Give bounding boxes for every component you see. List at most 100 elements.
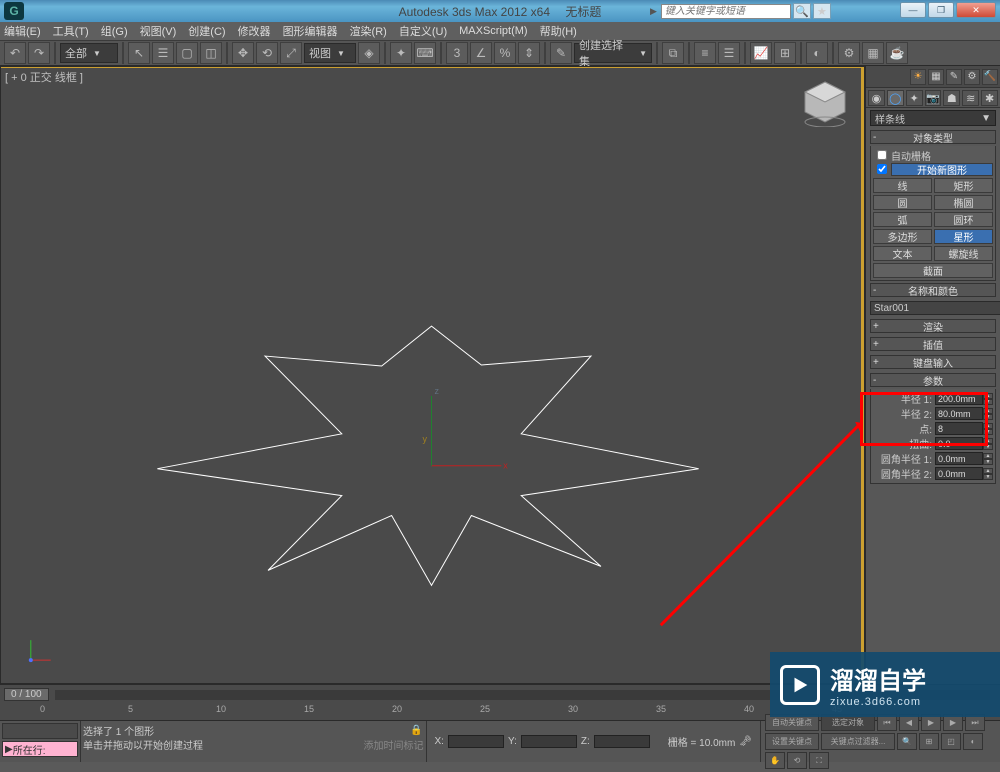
named-selset-dropdown[interactable]: 创建选择集▼ — [574, 43, 652, 63]
window-crossing-button[interactable]: ◫ — [200, 42, 222, 64]
tab-helpers[interactable]: ☗ — [943, 90, 960, 106]
menu-group[interactable]: 组(G) — [101, 23, 128, 39]
rendered-frame-button[interactable]: ▦ — [862, 42, 884, 64]
pivot-button[interactable]: ◈ — [358, 42, 380, 64]
fillet1-input[interactable]: 0.0mm — [935, 452, 983, 465]
fillet1-spinner[interactable]: ▲▼ — [983, 453, 993, 465]
setkey-button[interactable]: 设置关键点 — [765, 733, 819, 750]
refcoord-dropdown[interactable]: 视图▼ — [304, 43, 356, 63]
shape-btn-截面[interactable]: 截面 — [873, 263, 993, 278]
coord-x-input[interactable] — [448, 735, 504, 748]
window-maximize[interactable]: ❐ — [928, 2, 954, 18]
menu-maxscript[interactable]: MAXScript(M) — [459, 25, 527, 37]
viewport[interactable]: [ + 0 正交 线框 ] x y z — [0, 66, 865, 684]
keyfilter-button[interactable]: 关键点过滤器... — [821, 733, 895, 750]
menu-modifiers[interactable]: 修改器 — [238, 23, 271, 39]
key-lock-icon[interactable]: 🗝 — [739, 736, 752, 747]
percent-snap-button[interactable]: % — [494, 42, 516, 64]
menu-rendering[interactable]: 渲染(R) — [350, 23, 387, 39]
keyboard-shortcut-button[interactable]: ⌨ — [414, 42, 436, 64]
redo-button[interactable]: ↷ — [28, 42, 50, 64]
tab-shapes[interactable]: ◯ — [887, 90, 904, 106]
menu-help[interactable]: 帮助(H) — [540, 23, 577, 39]
nav-orbit-icon[interactable]: ⟲ — [787, 752, 807, 769]
tab-spacewarps[interactable]: ≋ — [962, 90, 979, 106]
tab-lights[interactable]: ✦ — [906, 90, 923, 106]
nav-zoomext-icon[interactable]: ◰ — [941, 733, 961, 750]
menu-edit[interactable]: 编辑(E) — [4, 23, 41, 39]
shape-btn-弧[interactable]: 弧 — [873, 212, 932, 227]
infocenter-button[interactable]: ★ — [813, 3, 831, 19]
tab-systems[interactable]: ✱ — [981, 90, 998, 106]
move-button[interactable]: ✥ — [232, 42, 254, 64]
nav-maximize-icon[interactable]: ⛶ — [809, 752, 829, 769]
edit-named-sel-button[interactable]: ✎ — [550, 42, 572, 64]
tool-hammer-icon[interactable]: 🔨 — [982, 69, 998, 85]
render-button[interactable]: ☕ — [886, 42, 908, 64]
coord-z-input[interactable] — [594, 735, 650, 748]
align-button[interactable]: ≡ — [694, 42, 716, 64]
startnew-checkbox[interactable] — [877, 164, 887, 174]
rollout-name-color[interactable]: -名称和颜色 — [870, 283, 996, 297]
menu-grapheditors[interactable]: 图形编辑器 — [283, 23, 338, 39]
nav-fov-icon[interactable]: ◐ — [963, 733, 983, 750]
shape-btn-文本[interactable]: 文本 — [873, 246, 932, 261]
undo-button[interactable]: ↶ — [4, 42, 26, 64]
shape-btn-椭圆[interactable]: 椭圆 — [934, 195, 993, 210]
scale-button[interactable]: ⤢ — [280, 42, 302, 64]
shape-btn-螺旋线[interactable]: 螺旋线 — [934, 246, 993, 261]
tool-brush-icon[interactable]: ✎ — [946, 69, 962, 85]
object-name-input[interactable] — [870, 301, 1000, 315]
rollout-params[interactable]: -参数 — [870, 373, 996, 387]
startnew-button[interactable]: 开始新图形 — [891, 163, 993, 176]
nav-zoomall-icon[interactable]: ⊞ — [919, 733, 939, 750]
coord-y-input[interactable] — [521, 735, 577, 748]
shape-btn-圆[interactable]: 圆 — [873, 195, 932, 210]
nav-zoom-icon[interactable]: 🔍 — [897, 733, 917, 750]
viewcube[interactable] — [800, 77, 850, 127]
search-dropdown-arrow[interactable]: ▶ — [650, 6, 657, 17]
layer-button[interactable]: ☰ — [718, 42, 740, 64]
shape-btn-星形[interactable]: 星形 — [934, 229, 993, 244]
shape-btn-矩形[interactable]: 矩形 — [934, 178, 993, 193]
select-button[interactable]: ↖ — [128, 42, 150, 64]
shape-btn-多边形[interactable]: 多边形 — [873, 229, 932, 244]
select-name-button[interactable]: ☰ — [152, 42, 174, 64]
menu-create[interactable]: 创建(C) — [188, 23, 225, 39]
spinner-snap-button[interactable]: ⇕ — [518, 42, 540, 64]
menu-tools[interactable]: 工具(T) — [53, 23, 89, 39]
manipulate-button[interactable]: ✦ — [390, 42, 412, 64]
rollout-render[interactable]: +渲染 — [870, 319, 996, 333]
rollout-object-type[interactable]: -对象类型 — [870, 130, 996, 144]
window-minimize[interactable]: — — [900, 2, 926, 18]
selection-lock-icon[interactable]: 🔒 — [410, 725, 424, 736]
fillet2-spinner[interactable]: ▲▼ — [983, 468, 993, 480]
rotate-button[interactable]: ⟲ — [256, 42, 278, 64]
nav-pan-icon[interactable]: ✋ — [765, 752, 785, 769]
tab-cameras[interactable]: 📷 — [925, 90, 942, 106]
fillet2-input[interactable]: 0.0mm — [935, 467, 983, 480]
snap-3-button[interactable]: 3 — [446, 42, 468, 64]
menu-customize[interactable]: 自定义(U) — [399, 23, 447, 39]
tab-geometry[interactable]: ◉ — [868, 90, 885, 106]
tool-gear-icon[interactable]: ⚙ — [964, 69, 980, 85]
viewport-label[interactable]: [ + 0 正交 线框 ] — [5, 69, 83, 85]
material-editor-button[interactable]: ◐ — [806, 42, 828, 64]
schematic-button[interactable]: ⊞ — [774, 42, 796, 64]
select-region-button[interactable]: ▢ — [176, 42, 198, 64]
menu-views[interactable]: 视图(V) — [140, 23, 177, 39]
shape-btn-圆环[interactable]: 圆环 — [934, 212, 993, 227]
search-input[interactable] — [661, 4, 791, 19]
render-setup-button[interactable]: ⚙ — [838, 42, 860, 64]
category-dropdown[interactable]: 样条线▼ — [870, 110, 996, 126]
rollout-interpolation[interactable]: +插值 — [870, 337, 996, 351]
window-close[interactable]: ✕ — [956, 2, 996, 18]
curve-editor-button[interactable]: 📈 — [750, 42, 772, 64]
mirror-button[interactable]: ⧉ — [662, 42, 684, 64]
search-button[interactable]: 🔍 — [793, 3, 811, 19]
tool-safe-icon[interactable]: ▦ — [928, 69, 944, 85]
angle-snap-button[interactable]: ∠ — [470, 42, 492, 64]
shape-btn-线[interactable]: 线 — [873, 178, 932, 193]
autogrid-checkbox[interactable] — [877, 150, 887, 160]
frame-indicator[interactable]: 0 / 100 — [4, 688, 49, 701]
